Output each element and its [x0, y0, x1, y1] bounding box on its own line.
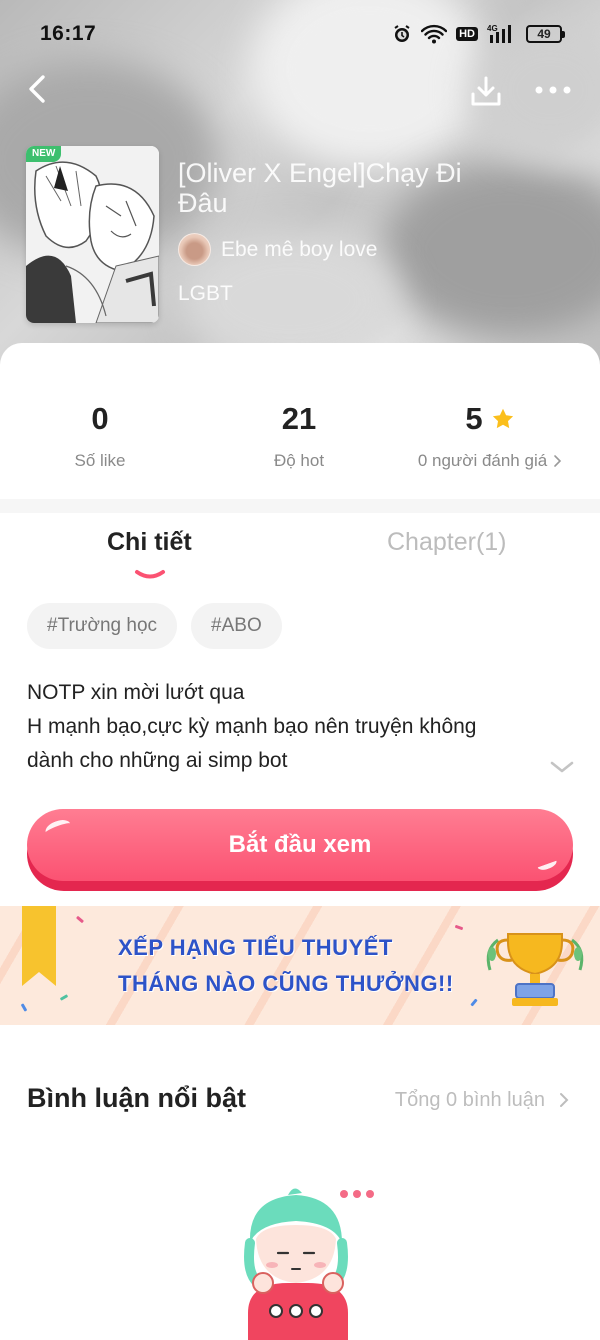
signal-icon: 4G: [487, 23, 517, 45]
download-icon[interactable]: [469, 74, 503, 108]
status-time: 16:17: [40, 22, 97, 45]
empty-comments-mascot: [244, 1188, 374, 1340]
comments-header: Bình luận nổi bật Tổng 0 bình luận: [27, 1083, 573, 1123]
rating-label: 0 người đánh giá: [417, 451, 548, 470]
tab-chapter[interactable]: Chapter(1): [387, 528, 507, 557]
description-line: dành cho những ai simp bot: [27, 749, 288, 772]
start-reading-label: Bắt đầu xem: [228, 831, 372, 858]
battery-icon: 49: [526, 25, 565, 43]
wifi-icon: [421, 24, 448, 44]
rating-label-row[interactable]: 0 người đánh giá: [390, 451, 590, 471]
start-reading-button[interactable]: Bắt đầu xem: [27, 809, 573, 891]
likes-value: 0: [91, 401, 109, 436]
section-divider: [0, 499, 600, 513]
star-icon: [492, 408, 513, 429]
author-avatar[interactable]: [178, 233, 211, 266]
chevron-right-icon: [554, 455, 562, 467]
status-bar: 16:17 HD 4G 49: [0, 0, 600, 68]
likes-label: Số like: [74, 451, 126, 470]
alarm-icon: [392, 24, 412, 44]
confetti-decoration: [75, 915, 85, 924]
start-reading-label-area[interactable]: Bắt đầu xem: [27, 809, 573, 881]
confetti-decoration: [59, 994, 69, 1001]
story-title: [Oliver X Engel]Chạy Đi Đâu: [178, 158, 462, 218]
confetti-decoration: [454, 924, 464, 931]
rating-stat[interactable]: 5 0 người đánh giá: [390, 401, 590, 471]
rating-value-row: 5: [390, 401, 590, 437]
tag-chip[interactable]: #ABO: [191, 603, 282, 649]
trophy-icon: [486, 933, 584, 1006]
confetti-decoration: [470, 998, 478, 1007]
ranking-banner[interactable]: XẾP HẠNG TIỂU THUYẾT THÁNG NÀO CŨNG THƯỞ…: [0, 906, 600, 1025]
cover-illustration: [26, 146, 159, 323]
tag-chip[interactable]: #Trường học: [27, 603, 178, 649]
description-line: H mạnh bạo,cực kỳ mạnh bạo nên truyện kh…: [27, 715, 477, 738]
hot-value: 21: [281, 401, 317, 436]
chevron-down-icon[interactable]: [548, 759, 576, 775]
stats-row: 0 Số like 21 Độ hot 5 0 người đánh giá: [0, 343, 600, 499]
author-row[interactable]: Ebe mê boy love: [178, 233, 377, 266]
svg-text:4G: 4G: [487, 24, 498, 33]
story-description: NOTP xin mời lướt qua H mạnh bạo,cực kỳ …: [27, 676, 537, 778]
hd-icon: HD: [456, 27, 478, 41]
chevron-right-icon[interactable]: [559, 1092, 569, 1108]
likes-stat: 0 Số like: [0, 401, 200, 471]
hot-stat: 21 Độ hot: [199, 401, 399, 471]
tab-detail[interactable]: Chi tiết: [107, 528, 192, 557]
back-icon[interactable]: [24, 74, 54, 104]
top-navigation: [0, 66, 600, 116]
active-tab-indicator: [135, 570, 165, 579]
story-cover[interactable]: NEW: [26, 146, 159, 323]
comments-total[interactable]: Tổng 0 bình luận: [395, 1089, 545, 1112]
description-line: NOTP xin mời lướt qua: [27, 681, 245, 704]
tab-bar: Chi tiết Chapter(1): [0, 513, 600, 593]
banner-text: XẾP HẠNG TIỂU THUYẾT THÁNG NÀO CŨNG THƯỞ…: [118, 930, 454, 1002]
bookmark-ribbon-icon: [22, 906, 56, 986]
content-sheet: 0 Số like 21 Độ hot 5 0 người đánh giá C…: [0, 343, 600, 1340]
story-category: LGBT: [178, 282, 233, 305]
confetti-decoration: [20, 1003, 28, 1012]
status-icons: HD 4G 49: [392, 23, 565, 45]
new-badge: NEW: [26, 146, 62, 162]
hot-label: Độ hot: [273, 451, 325, 470]
comments-title: Bình luận nổi bật: [27, 1083, 246, 1113]
story-header: 16:17 HD 4G 49 NEW [Oliver X Engel]Chạy …: [0, 0, 600, 370]
author-name[interactable]: Ebe mê boy love: [221, 238, 377, 262]
banner-line: XẾP HẠNG TIỂU THUYẾT: [118, 935, 393, 960]
more-options-icon[interactable]: [534, 80, 572, 100]
banner-line: THÁNG NÀO CŨNG THƯỞNG!!: [118, 971, 454, 996]
tag-list: #Trường học #ABO: [27, 603, 282, 649]
rating-value: 5: [465, 401, 483, 436]
